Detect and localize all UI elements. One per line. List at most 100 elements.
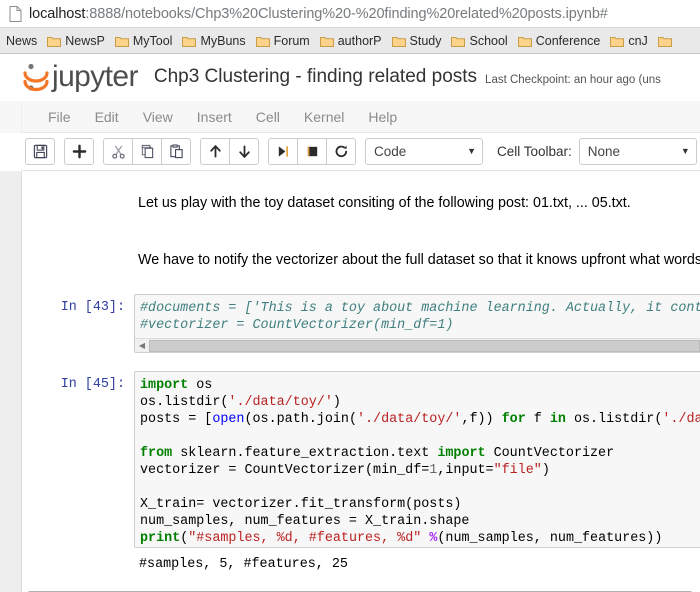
menu-bar: File Edit View Insert Cell Kernel Help bbox=[22, 101, 700, 133]
left-gutter bbox=[0, 133, 22, 171]
menu-insert[interactable]: Insert bbox=[185, 105, 244, 129]
cut-cell-button[interactable] bbox=[103, 138, 133, 165]
jupyter-header: jupyter Chp3 Clustering - finding relate… bbox=[0, 54, 700, 101]
toolbar-group-insert bbox=[64, 138, 94, 165]
folder-icon bbox=[182, 35, 197, 47]
bookmark-label: News bbox=[6, 33, 38, 48]
chevron-down-icon: ▼ bbox=[680, 146, 690, 156]
bookmark-label: NewsP bbox=[65, 33, 105, 48]
paste-cell-button[interactable] bbox=[161, 138, 191, 165]
horizontal-scrollbar[interactable]: ◀ bbox=[135, 338, 700, 353]
code-cell-45[interactable]: In [45]: import os os.listdir('./data/to… bbox=[22, 371, 700, 549]
jupyter-wordmark: jupyter bbox=[52, 60, 138, 93]
notebook-body-wrapper: Let us play with the toy dataset consiti… bbox=[0, 171, 700, 592]
left-gutter bbox=[0, 101, 22, 133]
left-gutter bbox=[0, 171, 22, 592]
chevron-down-icon: ▼ bbox=[467, 146, 476, 156]
code-line: print("#samples, %d, #features, %d" %(nu… bbox=[140, 531, 663, 547]
save-button[interactable] bbox=[25, 138, 55, 165]
code-line: posts = [open(os.path.join('./data/toy/'… bbox=[140, 412, 700, 428]
folder-icon bbox=[517, 35, 532, 47]
url-path: :8888/notebooks/Chp3%20Clustering%20-%20… bbox=[85, 5, 608, 22]
cell-output-area: #samples, 5, #features, 25 bbox=[22, 548, 700, 573]
folder-icon bbox=[255, 35, 270, 47]
menu-help[interactable]: Help bbox=[356, 105, 409, 129]
move-cell-down-button[interactable] bbox=[229, 138, 259, 165]
cell-type-value: Code bbox=[374, 144, 407, 159]
cell-prompt: In [43]: bbox=[60, 300, 125, 316]
bookmark-label: Conference bbox=[535, 33, 601, 48]
toolbar-group-move bbox=[200, 138, 259, 165]
markdown-cell[interactable]: Let us play with the toy dataset consiti… bbox=[22, 187, 700, 219]
move-cell-up-button[interactable] bbox=[200, 138, 230, 165]
toolbar-group-kernel bbox=[268, 138, 356, 165]
bookmark-mybuns[interactable]: MyBuns bbox=[177, 30, 250, 52]
jupyter-logo[interactable]: jupyter bbox=[22, 62, 138, 92]
jupyter-planet-icon bbox=[22, 62, 50, 92]
code-line: import os bbox=[140, 378, 213, 394]
menu-cell[interactable]: Cell bbox=[244, 105, 292, 129]
folder-icon bbox=[610, 35, 625, 47]
toolbar-group-edit bbox=[103, 138, 191, 165]
bookmark-cnj[interactable]: cnJ bbox=[605, 30, 652, 52]
scrollbar-thumb[interactable] bbox=[149, 339, 700, 352]
menu-edit[interactable]: Edit bbox=[83, 105, 131, 129]
cell-toolbar-value: None bbox=[587, 144, 621, 159]
url-text[interactable]: localhost:8888/notebooks/Chp3%20Clusteri… bbox=[29, 6, 608, 22]
code-input-area[interactable]: import os os.listdir('./data/toy/') post… bbox=[134, 371, 700, 549]
run-cell-button[interactable] bbox=[268, 138, 298, 165]
folder-icon bbox=[451, 35, 466, 47]
bookmark-school[interactable]: School bbox=[446, 30, 512, 52]
bookmark-label: MyTool bbox=[132, 33, 173, 48]
bookmark-conference[interactable]: Conference bbox=[513, 30, 606, 52]
bookmark-label: Forum bbox=[273, 33, 310, 48]
code-line: X_train= vectorizer.fit_transform(posts) bbox=[140, 497, 462, 513]
bookmarks-bar[interactable]: News NewsP MyTool MyBuns Forum authorP S… bbox=[0, 28, 700, 54]
last-checkpoint-label: Last Checkpoint: an hour ago (uns bbox=[485, 74, 661, 86]
code-cell-43[interactable]: In [43]: #documents = ['This is a toy ab… bbox=[22, 294, 700, 354]
bookmark-label: School bbox=[469, 33, 508, 48]
interrupt-kernel-button[interactable] bbox=[297, 138, 327, 165]
code-input-area[interactable]: #documents = ['This is a toy about machi… bbox=[134, 294, 700, 354]
bookmark-authorp[interactable]: authorP bbox=[315, 30, 387, 52]
cell-toolbar-dropdown[interactable]: None ▼ bbox=[578, 138, 697, 165]
code-line: os.listdir('./data/toy/') bbox=[140, 395, 341, 411]
notebook-cells-container: Let us play with the toy dataset consiti… bbox=[22, 171, 700, 592]
bookmark-label: cnJ bbox=[628, 33, 648, 48]
bookmark-news[interactable]: News bbox=[0, 30, 42, 52]
markdown-cell[interactable]: We have to notify the vectorizer about t… bbox=[22, 244, 700, 276]
toolbar-group-save bbox=[25, 138, 55, 165]
bookmark-study[interactable]: Study bbox=[387, 30, 447, 52]
code-line: vectorizer = CountVectorizer(min_df=1,in… bbox=[140, 463, 550, 479]
notebook-title[interactable]: Chp3 Clustering - finding related posts bbox=[154, 66, 477, 88]
menu-file[interactable]: File bbox=[36, 105, 83, 129]
insert-cell-below-button[interactable] bbox=[64, 138, 94, 165]
folder-icon bbox=[47, 35, 62, 47]
browser-url-bar[interactable]: localhost:8888/notebooks/Chp3%20Clusteri… bbox=[0, 0, 700, 28]
bookmark-newsp[interactable]: NewsP bbox=[42, 30, 110, 52]
bookmark-forum[interactable]: Forum bbox=[251, 30, 315, 52]
bookmark-label: authorP bbox=[337, 33, 382, 48]
code-line: num_samples, num_features = X_train.shap… bbox=[140, 514, 470, 530]
bookmark-mytool[interactable]: MyTool bbox=[110, 30, 178, 52]
scroll-left-arrow-icon[interactable]: ◀ bbox=[135, 339, 149, 353]
bookmark-label: MyBuns bbox=[200, 33, 246, 48]
cell-type-dropdown[interactable]: Code ▼ bbox=[365, 138, 483, 165]
bookmark-overflow[interactable] bbox=[653, 30, 681, 52]
folder-icon bbox=[319, 35, 334, 47]
cell-prompt: In [45]: bbox=[60, 377, 125, 393]
menu-kernel[interactable]: Kernel bbox=[292, 105, 356, 129]
folder-icon bbox=[391, 35, 406, 47]
code-line: #vectorizer = CountVectorizer(min_df=1) bbox=[140, 317, 700, 334]
code-comment: #vectorizer = CountVectorizer(min_df=1) bbox=[140, 318, 454, 334]
folder-icon bbox=[657, 35, 672, 47]
copy-cell-button[interactable] bbox=[132, 138, 162, 165]
notebook-toolbar: Code ▼ Cell Toolbar: None ▼ bbox=[22, 133, 700, 171]
folder-icon bbox=[114, 35, 129, 47]
output-stdout-text: #samples, 5, #features, 25 bbox=[139, 557, 348, 573]
restart-kernel-button[interactable] bbox=[326, 138, 356, 165]
menu-view[interactable]: View bbox=[131, 105, 185, 129]
code-line: from sklearn.feature_extraction.text imp… bbox=[140, 446, 615, 462]
